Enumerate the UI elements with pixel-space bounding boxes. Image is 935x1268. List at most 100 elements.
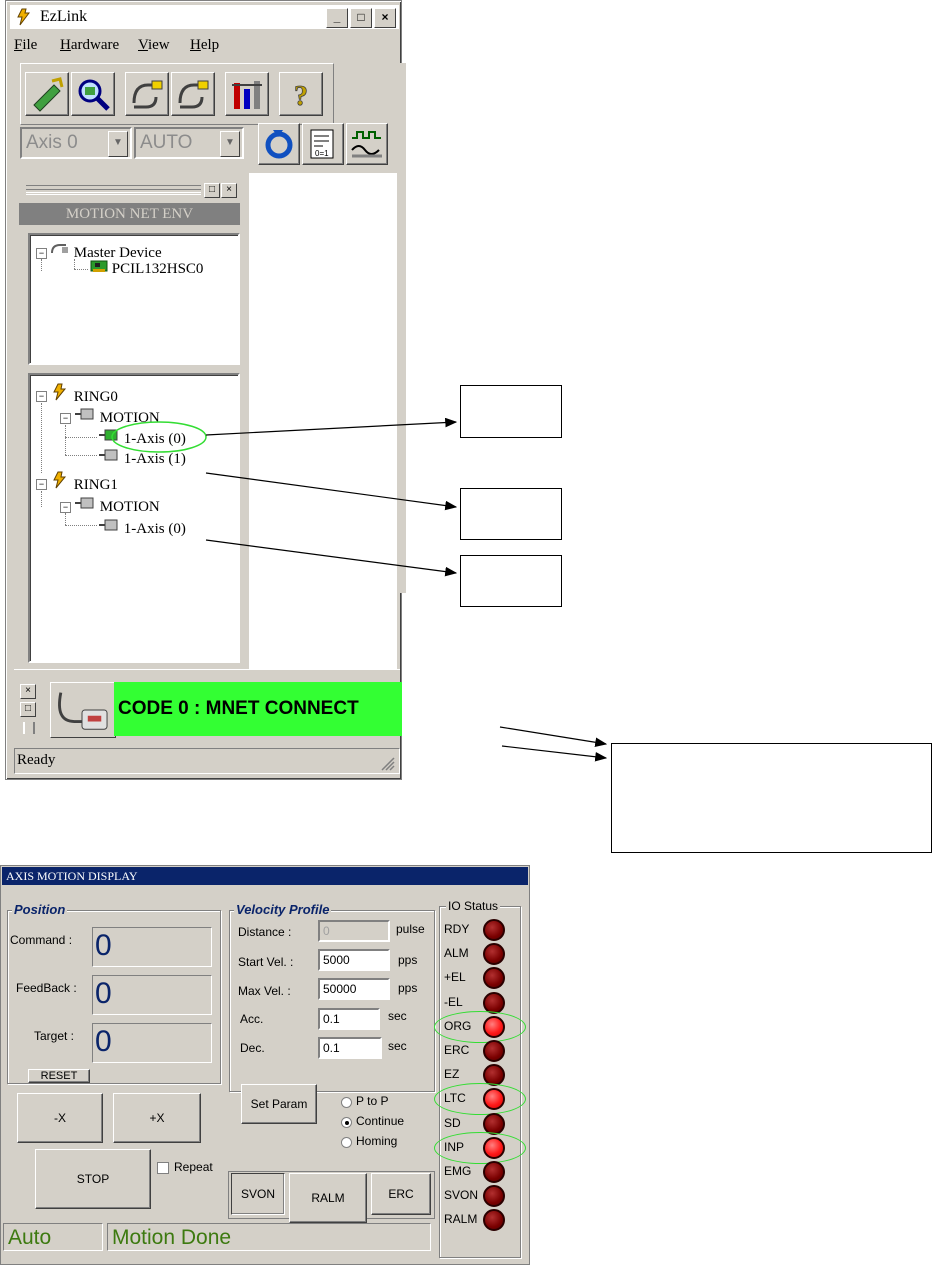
- help-icon[interactable]: ?: [279, 72, 323, 116]
- tree-node-label: PCIL132HSC0: [111, 261, 204, 277]
- mode-radio-homing[interactable]: [341, 1137, 352, 1148]
- plus-x-button[interactable]: +X: [113, 1093, 201, 1143]
- acc-label: Acc.: [240, 1012, 264, 1026]
- mode-status: Auto: [3, 1223, 103, 1251]
- menu-view[interactable]: View: [138, 37, 170, 54]
- axis-active-icon: [99, 429, 118, 441]
- reset-icon[interactable]: [258, 123, 300, 165]
- io-config-icon[interactable]: 0=1: [302, 123, 344, 165]
- reset-button[interactable]: RESET: [28, 1069, 90, 1083]
- mode-select[interactable]: AUTO ▼: [134, 127, 244, 159]
- stop-button[interactable]: STOP: [35, 1149, 151, 1209]
- pane-gripper[interactable]: [26, 189, 201, 195]
- erc-button[interactable]: ERC: [371, 1173, 431, 1215]
- device-tree[interactable]: − Master Device PCIL132HSC0: [28, 233, 240, 365]
- pane-close-button[interactable]: ×: [221, 183, 237, 198]
- tree-node-ring0[interactable]: RING0: [50, 383, 118, 406]
- ring-icon[interactable]: [125, 72, 169, 116]
- minimize-button[interactable]: _: [326, 8, 348, 28]
- motion-status: Motion Done: [107, 1223, 431, 1251]
- callout-box: [611, 743, 932, 853]
- tools-icon[interactable]: [225, 72, 269, 116]
- chevron-down-icon[interactable]: ▼: [220, 131, 240, 157]
- collapse-icon[interactable]: −: [60, 413, 71, 424]
- pane-restore-button[interactable]: □: [204, 183, 220, 198]
- io-signal-label: EMG: [444, 1164, 472, 1178]
- main-toolbar: ?: [20, 63, 334, 125]
- collapse-icon[interactable]: −: [36, 248, 47, 259]
- mode-label: Homing: [356, 1134, 398, 1148]
- io-led-rdy-icon: [483, 919, 505, 941]
- tree-node-label: MOTION: [99, 410, 160, 426]
- svon-button[interactable]: SVON: [231, 1173, 285, 1215]
- tree-node-label: RING1: [73, 477, 118, 493]
- menu-hardware[interactable]: Hardware: [60, 37, 119, 54]
- axis-select[interactable]: Axis 0 ▼: [20, 127, 132, 159]
- start-vel-input[interactable]: 5000: [318, 949, 390, 971]
- tree-line: [41, 491, 42, 507]
- tree-line: [65, 513, 66, 525]
- dec-input[interactable]: 0.1: [318, 1037, 382, 1059]
- connect-icon[interactable]: [25, 72, 69, 116]
- minus-x-button[interactable]: -X: [17, 1093, 103, 1143]
- ralm-button[interactable]: RALM: [289, 1173, 367, 1223]
- tree-node-label: 1-Axis (0): [123, 521, 186, 537]
- tree-line: [74, 259, 75, 269]
- vertical-scrollbar[interactable]: [400, 63, 406, 593]
- collapse-icon[interactable]: −: [36, 391, 47, 402]
- tree-node-axis-ring1-0[interactable]: 1-Axis (0): [98, 517, 186, 538]
- chevron-down-icon[interactable]: ▼: [108, 131, 128, 157]
- distance-input[interactable]: 0: [318, 920, 390, 942]
- bar-restore-button[interactable]: □: [20, 702, 36, 717]
- tree-node-ring1[interactable]: RING1: [50, 471, 118, 494]
- collapse-icon[interactable]: −: [36, 479, 47, 490]
- menu-help[interactable]: Help: [190, 37, 219, 54]
- tree-node-axis-ring0-1[interactable]: 1-Axis (1): [98, 447, 186, 468]
- group-title: Velocity Profile: [234, 902, 332, 917]
- feedback-label: FeedBack :: [16, 981, 77, 995]
- io-led-emg-icon: [483, 1161, 505, 1183]
- tree-line: [65, 525, 97, 526]
- motion-chart-icon[interactable]: [346, 123, 388, 165]
- repeat-checkbox[interactable]: [157, 1162, 169, 1174]
- io-led-erc-icon: [483, 1040, 505, 1062]
- group-title: Position: [12, 902, 68, 917]
- set-param-button[interactable]: Set Param: [241, 1084, 317, 1124]
- tree-node-motion[interactable]: MOTION: [74, 406, 160, 427]
- resize-grip-icon[interactable]: [379, 755, 395, 771]
- acc-input[interactable]: 0.1: [318, 1008, 380, 1030]
- io-led-svon-icon: [483, 1185, 505, 1208]
- start-vel-unit: pps: [398, 953, 418, 967]
- max-vel-input[interactable]: 50000: [318, 978, 390, 1000]
- main-view-area[interactable]: [249, 173, 397, 669]
- bar-gripper[interactable]: [23, 722, 35, 734]
- tree-node-pcil132hsc0[interactable]: PCIL132HSC0: [90, 259, 203, 278]
- ring-icon: [53, 383, 67, 401]
- window-title: AXIS MOTION DISPLAY: [2, 867, 528, 885]
- window-title: EzLink: [40, 8, 88, 25]
- search-device-icon[interactable]: [71, 72, 115, 116]
- bar-close-button[interactable]: ×: [20, 684, 36, 699]
- ring-off-icon[interactable]: [171, 72, 215, 116]
- motion-net-env-pane: □ × MOTION NET ENV − Master Device PCIL1…: [16, 175, 246, 668]
- position-group: Position Command : 0 FeedBack : 0 Target…: [7, 902, 221, 1084]
- tree-node-motion[interactable]: MOTION: [74, 495, 160, 516]
- collapse-icon[interactable]: −: [60, 502, 71, 513]
- menu-file[interactable]: File: [14, 37, 37, 54]
- axis-icon: [99, 449, 118, 461]
- feedback-value: 0: [92, 975, 212, 1015]
- tree-node-axis-ring0-0[interactable]: 1-Axis (0): [98, 427, 186, 448]
- highlight-ring: [434, 1083, 526, 1116]
- ring-tree[interactable]: − RING0 − MOTION 1-Axis (0) 1-Axis (1) −…: [28, 373, 240, 663]
- close-button[interactable]: ×: [374, 8, 396, 28]
- maximize-button[interactable]: □: [350, 8, 372, 28]
- mode-radio-continue[interactable]: [341, 1117, 352, 1128]
- callout-box: [460, 555, 562, 607]
- velocity-profile-group: Velocity Profile Distance : 0 pulse Star…: [229, 902, 435, 1092]
- tree-node-label: MOTION: [99, 499, 160, 515]
- highlight-ring: [434, 1010, 526, 1043]
- io-signal-label: SVON: [444, 1188, 479, 1203]
- motion-module-icon: [75, 408, 94, 420]
- mode-radio-p-to-p[interactable]: [341, 1097, 352, 1108]
- start-vel-label: Start Vel. :: [238, 955, 294, 969]
